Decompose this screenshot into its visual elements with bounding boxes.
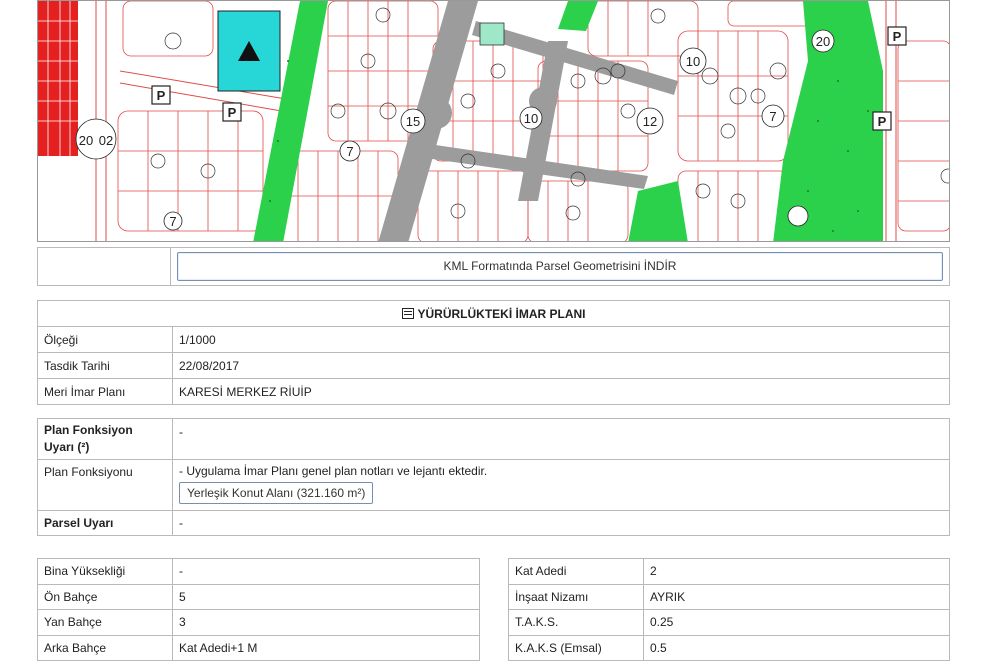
parcel-number: 15: [406, 114, 420, 129]
residential-area-button[interactable]: Yerleşik Konut Alanı (321.160 m²): [179, 482, 374, 504]
taks-label: T.A.K.S.: [508, 609, 644, 636]
building-details-right: Kat Adedi 2 İnşaat Nizamı AYRIK T.A.K.S. 0.…: [508, 558, 950, 661]
parking-label: P: [893, 29, 902, 44]
kaks-value: 0.5: [643, 634, 950, 661]
parking-label: P: [157, 88, 166, 103]
approval-date-value: 22/08/2017: [172, 352, 950, 379]
parcel-number: 10: [524, 111, 538, 126]
front-yard-label: Ön Bahçe: [37, 583, 173, 610]
parcel-warning-label: Parsel Uyarı: [37, 510, 173, 536]
zoning-plan-heading-cell: YÜRÜRLÜKTEKİ İMAR PLANI: [37, 300, 950, 327]
rear-yard-label: Arka Bahçe: [37, 634, 173, 661]
dense-parcel-area: [38, 1, 78, 156]
zoning-plan-table: YÜRÜRLÜKTEKİ İMAR PLANI Ölçeği 1/1000 Ta…: [37, 300, 950, 405]
rear-yard-value: Kat Adedi+1 M: [172, 634, 480, 661]
scale-value: 1/1000: [172, 326, 950, 353]
function-warning-value: -: [172, 418, 950, 460]
parcel-number: 20: [79, 133, 93, 148]
scale-label: Ölçeği: [37, 326, 173, 353]
parcel-number: 02: [99, 133, 113, 148]
plan-function-cell: - Uygulama İmar Planı genel plan notları…: [172, 459, 950, 511]
building-height-label: Bina Yüksekliği: [37, 558, 173, 585]
zoning-map[interactable]: 20 02 15 10 12 7 7 20 10 7 P P P P: [37, 0, 950, 242]
parcel-warning-value: -: [172, 510, 950, 536]
parcel-number: 7: [769, 109, 776, 124]
approval-date-label: Tasdik Tarihi: [37, 352, 173, 379]
parking-label: P: [228, 105, 237, 120]
front-yard-value: 5: [172, 583, 480, 610]
kml-button-cell: KML Formatında Parsel Geometrisini İNDİR: [170, 247, 950, 286]
plan-function-label: Plan Fonksiyonu: [37, 459, 173, 511]
zoning-plan-heading: YÜRÜRLÜKTEKİ İMAR PLANI: [417, 306, 586, 321]
taks-value: 0.25: [643, 609, 950, 636]
parcel-number: 7: [169, 214, 176, 229]
side-yard-label: Yan Bahçe: [37, 609, 173, 636]
zoning-map-drawing: 20 02 15 10 12 7 7 20 10 7 P P P P: [38, 1, 949, 241]
kaks-label: K.A.K.S (Emsal): [508, 634, 644, 661]
list-icon: [401, 307, 414, 319]
plan-function-note: - Uygulama İmar Planı genel plan notları…: [179, 464, 488, 478]
building-details-left: Bina Yüksekliği - Ön Bahçe 5 Yan Bahçe 3 Ar…: [37, 558, 480, 661]
construction-order-value: AYRIK: [643, 583, 950, 610]
plan-function-table: Plan Fonksiyon Uyarı (²) - Plan Fonksiyo…: [37, 418, 950, 536]
kml-table: KML Formatında Parsel Geometrisini İNDİR: [37, 247, 950, 286]
floor-count-label: Kat Adedi: [508, 558, 644, 585]
kml-download-button[interactable]: KML Formatında Parsel Geometrisini İNDİR: [177, 252, 943, 281]
parcel-number: 20: [816, 34, 830, 49]
floor-count-value: 2: [643, 558, 950, 585]
construction-order-label: İnşaat Nizamı: [508, 583, 644, 610]
parcel-number: 12: [643, 114, 657, 129]
parcel-number: 10: [686, 54, 700, 69]
kml-empty-cell: [37, 247, 171, 286]
parcel-number: 7: [346, 144, 353, 159]
parking-label: P: [878, 114, 887, 129]
building-height-value: -: [172, 558, 480, 585]
side-yard-value: 3: [172, 609, 480, 636]
current-plan-value: KARESİ MERKEZ RİUİP: [172, 378, 950, 405]
current-plan-label: Meri İmar Planı: [37, 378, 173, 405]
function-warning-label: Plan Fonksiyon Uyarı (²): [37, 418, 173, 460]
